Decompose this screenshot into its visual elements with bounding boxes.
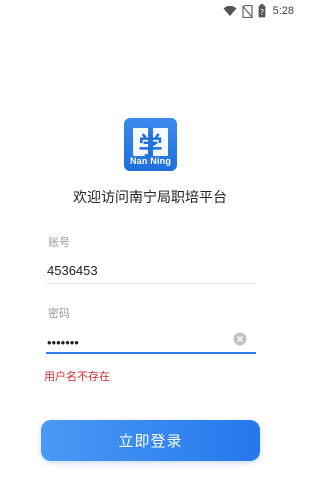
- account-label: 账号: [48, 236, 70, 249]
- error-message: 用户名不存在: [44, 370, 110, 383]
- password-label: 密码: [48, 307, 70, 320]
- welcome-title: 欢迎访问南宁局职培平台: [73, 190, 227, 206]
- svg-text:?: ?: [259, 8, 263, 17]
- wifi-icon: [223, 5, 237, 17]
- clear-icon[interactable]: [233, 331, 247, 346]
- login-button[interactable]: 立即登录: [41, 420, 260, 461]
- status-time: 5:28: [272, 5, 294, 17]
- account-underline: [46, 283, 256, 284]
- status-icons: ? 5:28: [223, 3, 294, 19]
- password-input[interactable]: [46, 331, 256, 353]
- app-logo: 学 Nan Ning: [124, 118, 177, 171]
- logo-text: Nan Ning: [129, 156, 172, 166]
- battery-icon: ?: [258, 4, 266, 18]
- status-bar: ? 5:28: [0, 0, 300, 22]
- account-input[interactable]: [46, 259, 256, 281]
- no-sim-icon: [241, 4, 253, 18]
- password-underline: [46, 352, 256, 354]
